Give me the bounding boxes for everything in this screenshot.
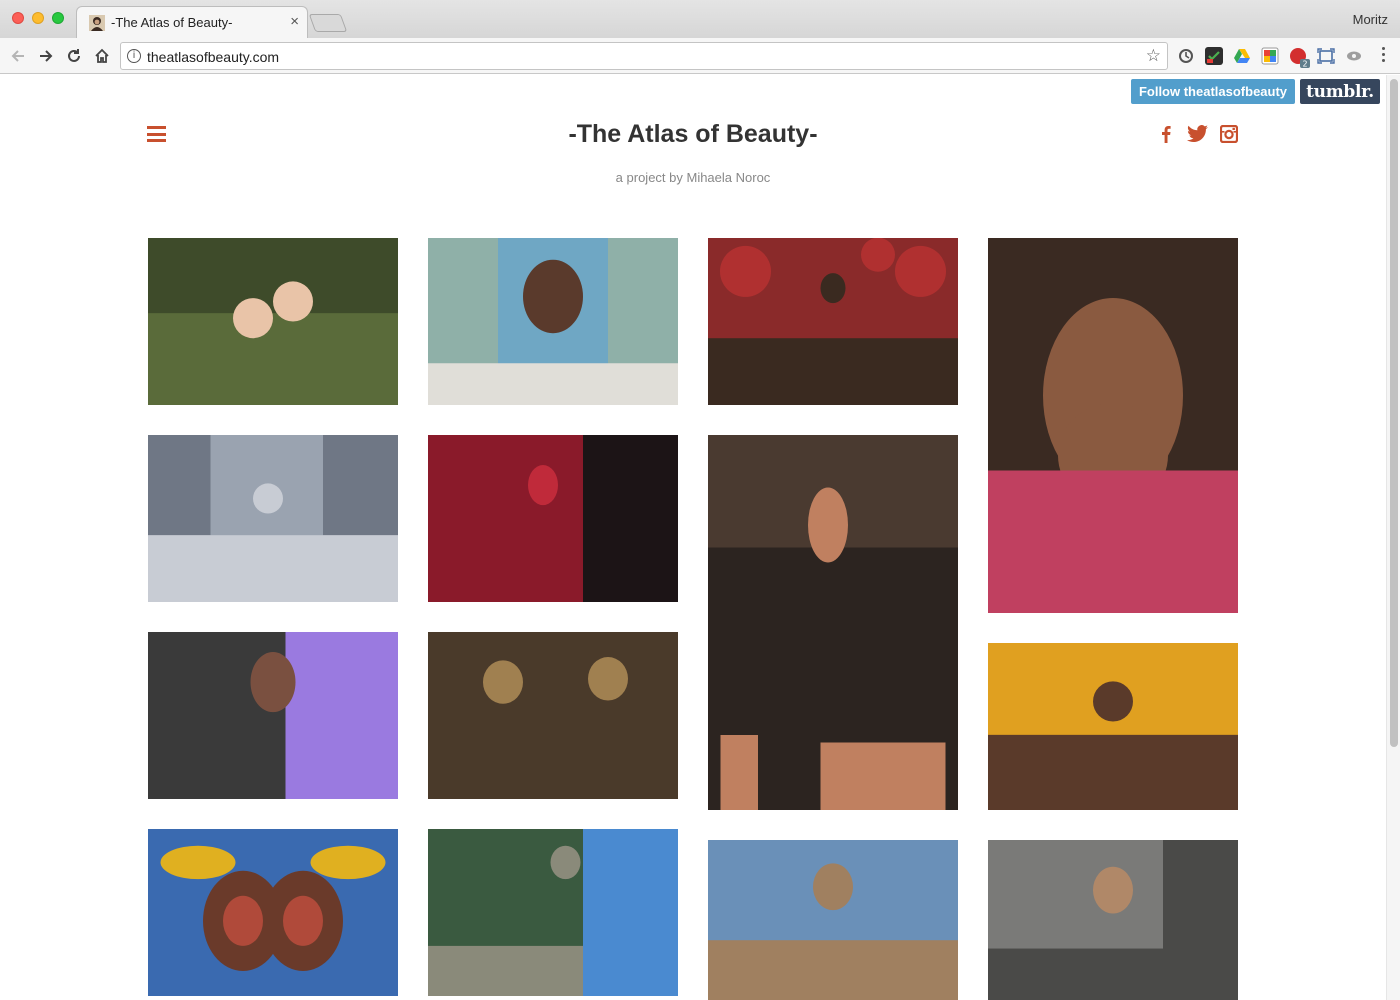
extension-drive-icon[interactable] bbox=[1233, 47, 1251, 65]
extension-adblock-icon[interactable]: 2 bbox=[1289, 47, 1310, 69]
gallery-photo-girl-embroidered-blouse[interactable] bbox=[148, 632, 398, 799]
tab-close-icon[interactable]: × bbox=[290, 13, 299, 30]
gallery-photo-elderly-woman-black-veil[interactable] bbox=[988, 643, 1238, 810]
scrollbar-thumb[interactable] bbox=[1390, 79, 1398, 747]
forward-arrow-icon bbox=[40, 50, 53, 62]
portrait-image bbox=[988, 643, 1238, 810]
gallery-photo-woman-white-cardigan[interactable] bbox=[708, 840, 958, 1000]
portrait-image bbox=[988, 840, 1238, 1000]
portrait-image bbox=[148, 829, 398, 996]
profile-name[interactable]: Moritz bbox=[1353, 12, 1388, 27]
tumblr-logo-button[interactable]: tumblr. bbox=[1300, 79, 1380, 104]
portrait-image bbox=[428, 238, 678, 405]
window-close-button[interactable] bbox=[12, 12, 24, 24]
portrait-image bbox=[988, 238, 1238, 613]
back-arrow-icon bbox=[11, 50, 24, 62]
extension-google-icon[interactable] bbox=[1261, 47, 1279, 65]
forward-button[interactable] bbox=[34, 44, 58, 68]
gallery-photo-two-women-park[interactable] bbox=[148, 238, 398, 405]
portrait-image bbox=[708, 238, 958, 405]
svg-text:2: 2 bbox=[1302, 60, 1307, 69]
window-minimize-button[interactable] bbox=[32, 12, 44, 24]
browser-menu-icon[interactable] bbox=[1382, 47, 1386, 65]
page-scrollbar[interactable] bbox=[1386, 75, 1400, 1000]
gallery-photo-woman-purple-apron[interactable] bbox=[708, 435, 958, 810]
reload-icon bbox=[68, 49, 80, 62]
portrait-image bbox=[148, 632, 398, 799]
gallery-photo-woman-graffiti-stripes[interactable] bbox=[428, 829, 678, 996]
extension-sync-icon[interactable] bbox=[1177, 47, 1195, 65]
gallery-photo-twins-mural[interactable] bbox=[148, 829, 398, 996]
home-button[interactable] bbox=[90, 44, 114, 68]
gallery-photo-woman-street-blur[interactable] bbox=[988, 840, 1238, 1000]
address-bar[interactable]: i theatlasofbeauty.com ☆ bbox=[120, 42, 1168, 70]
twitter-icon[interactable] bbox=[1187, 125, 1209, 143]
site-info-icon[interactable]: i bbox=[127, 49, 141, 63]
browser-toolbar: i theatlasofbeauty.com ☆ 2 bbox=[0, 38, 1400, 74]
new-tab-button[interactable] bbox=[308, 14, 348, 32]
portrait-image bbox=[708, 435, 958, 810]
portrait-image bbox=[428, 632, 678, 799]
site-favicon-icon bbox=[89, 15, 105, 31]
bookmark-star-icon[interactable]: ☆ bbox=[1146, 46, 1161, 66]
portrait-image bbox=[428, 435, 678, 602]
portrait-image bbox=[148, 238, 398, 405]
page-subtitle: a project by Mihaela Noroc bbox=[615, 170, 771, 185]
portrait-image bbox=[428, 829, 678, 996]
browser-titlebar: -The Atlas of Beauty- × Moritz bbox=[0, 0, 1400, 38]
home-icon bbox=[95, 48, 109, 63]
gallery-photo-elderly-woman-hands-face[interactable] bbox=[988, 238, 1238, 613]
gallery-photo-mother-daughter-child[interactable] bbox=[428, 632, 678, 799]
instagram-icon[interactable] bbox=[1219, 124, 1239, 144]
gallery-photo-woman-colorful-street[interactable] bbox=[428, 238, 678, 405]
extension-checkmark-icon[interactable] bbox=[1205, 47, 1223, 65]
gallery-photo-woman-times-square[interactable] bbox=[148, 435, 398, 602]
browser-tab-active[interactable]: -The Atlas of Beauty- × bbox=[76, 6, 308, 38]
extension-screenshot-icon[interactable] bbox=[1317, 47, 1335, 65]
window-maximize-button[interactable] bbox=[52, 12, 64, 24]
tab-title: -The Atlas of Beauty- bbox=[111, 15, 233, 30]
back-button[interactable] bbox=[6, 44, 30, 68]
gallery-photo-woman-white-hijab[interactable] bbox=[428, 435, 678, 602]
facebook-icon[interactable] bbox=[1157, 125, 1175, 143]
portrait-image bbox=[708, 840, 958, 1000]
tumblr-follow-button[interactable]: Follow theatlasofbeauty bbox=[1131, 79, 1295, 104]
extension-eye-icon[interactable] bbox=[1345, 47, 1363, 65]
reload-button[interactable] bbox=[62, 44, 86, 68]
gallery-photo-woman-yellow-headscarf[interactable] bbox=[708, 238, 958, 405]
portrait-image bbox=[148, 435, 398, 602]
page-viewport: Follow theatlasofbeauty tumblr. -The Atl… bbox=[0, 75, 1386, 1000]
address-bar-url[interactable]: theatlasofbeauty.com bbox=[147, 49, 279, 65]
page-title[interactable]: -The Atlas of Beauty- bbox=[0, 120, 1386, 149]
